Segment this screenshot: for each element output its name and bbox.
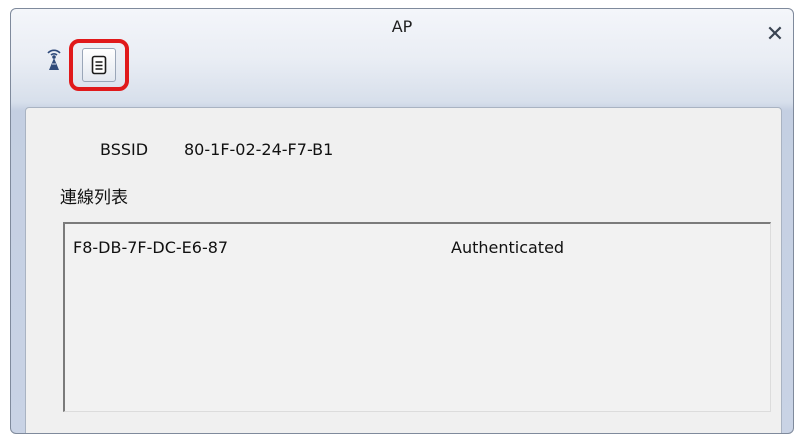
tab-connection-list-button[interactable]: [82, 48, 116, 82]
bssid-row: BSSID 80-1F-02-24-F7-B1: [100, 140, 333, 159]
content-panel: BSSID 80-1F-02-24-F7-B1 連線列表 F8-DB-7F-DC-…: [25, 107, 782, 433]
tab-ap-info[interactable]: [37, 41, 71, 75]
connection-list[interactable]: F8-DB-7F-DC-E6-87 Authenticated: [63, 222, 771, 412]
list-document-icon: [91, 55, 107, 75]
ap-signal-icon: [47, 49, 61, 70]
window-title: AP: [391, 17, 413, 36]
close-button[interactable]: ✕: [763, 23, 787, 47]
client-status: Authenticated: [451, 238, 565, 257]
tab-connection-list[interactable]: [69, 39, 129, 91]
connection-list-title: 連線列表: [60, 188, 128, 208]
client-mac-address: F8-DB-7F-DC-E6-87: [73, 238, 229, 257]
bssid-label: BSSID: [100, 140, 149, 159]
bssid-value: 80-1F-02-24-F7-B1: [184, 140, 334, 159]
ap-dialog-window: AP ✕ BSSID 80-1F-02-24-F7-B1 連線列表 F8-DB-…: [10, 8, 794, 434]
